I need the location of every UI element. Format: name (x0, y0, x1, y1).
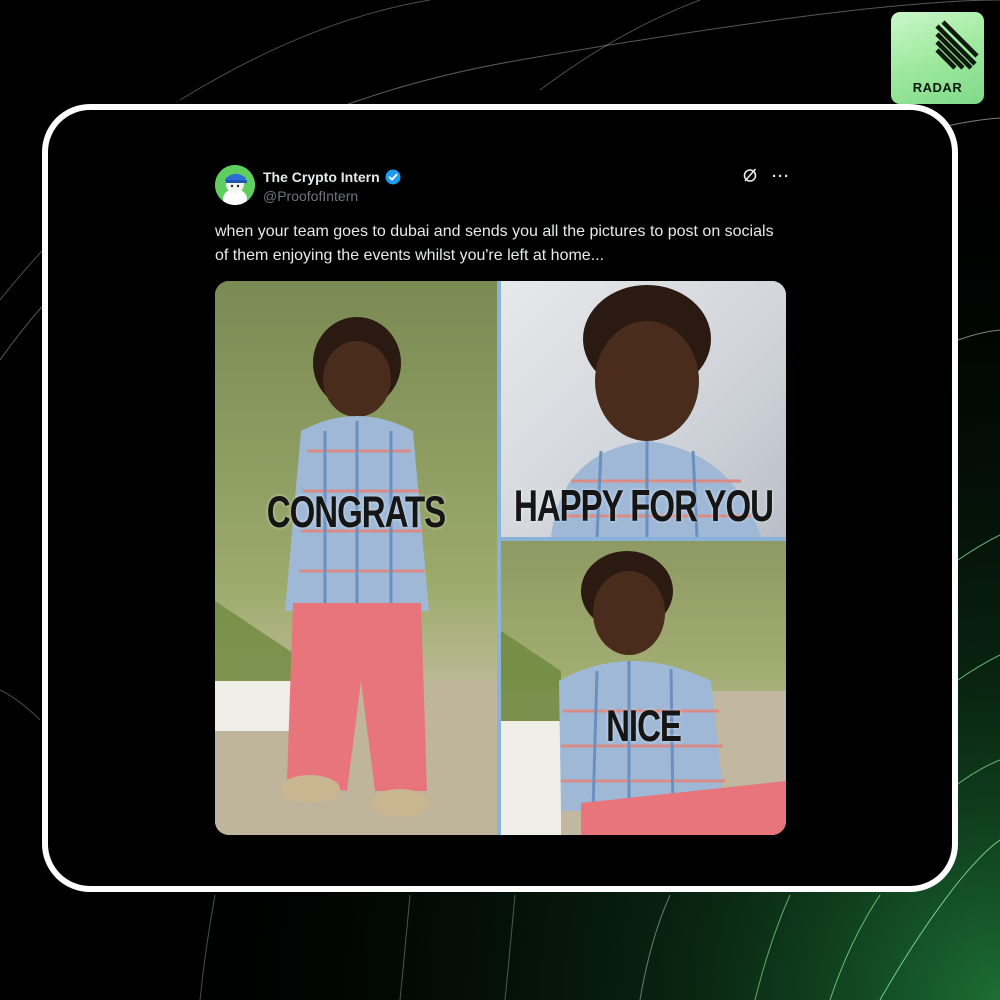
meme-panel-nice: NICE (501, 541, 786, 835)
display-name[interactable]: The Crypto Intern (263, 169, 380, 185)
tweet-actions: ··· (742, 167, 790, 187)
verified-badge-icon (385, 169, 401, 185)
meme-image[interactable]: CONGRATS HAPPY FOR YOU NICE (215, 281, 786, 835)
user-handle[interactable]: @ProofofIntern (263, 188, 358, 204)
boy-standing-illustration (215, 317, 497, 835)
caption-congrats: CONGRATS (266, 486, 446, 537)
radar-logo-text: RADAR (912, 80, 963, 95)
grok-icon[interactable] (742, 167, 758, 187)
meme-panel-happy-for-you: HAPPY FOR YOU (501, 281, 786, 537)
author-name-row: The Crypto Intern (263, 167, 401, 187)
boy-sitting-illustration (501, 551, 786, 835)
caption-happy-for-you: HAPPY FOR YOU (513, 480, 774, 531)
caption-nice: NICE (606, 700, 682, 751)
more-options-icon[interactable]: ··· (772, 169, 790, 185)
avatar-intern-icon (215, 165, 255, 205)
tweet-text: when your team goes to dubai and sends y… (215, 223, 774, 264)
meme-panel-congrats: CONGRATS (215, 281, 497, 835)
radar-logo: RADAR (891, 12, 984, 104)
avatar[interactable] (215, 165, 255, 205)
